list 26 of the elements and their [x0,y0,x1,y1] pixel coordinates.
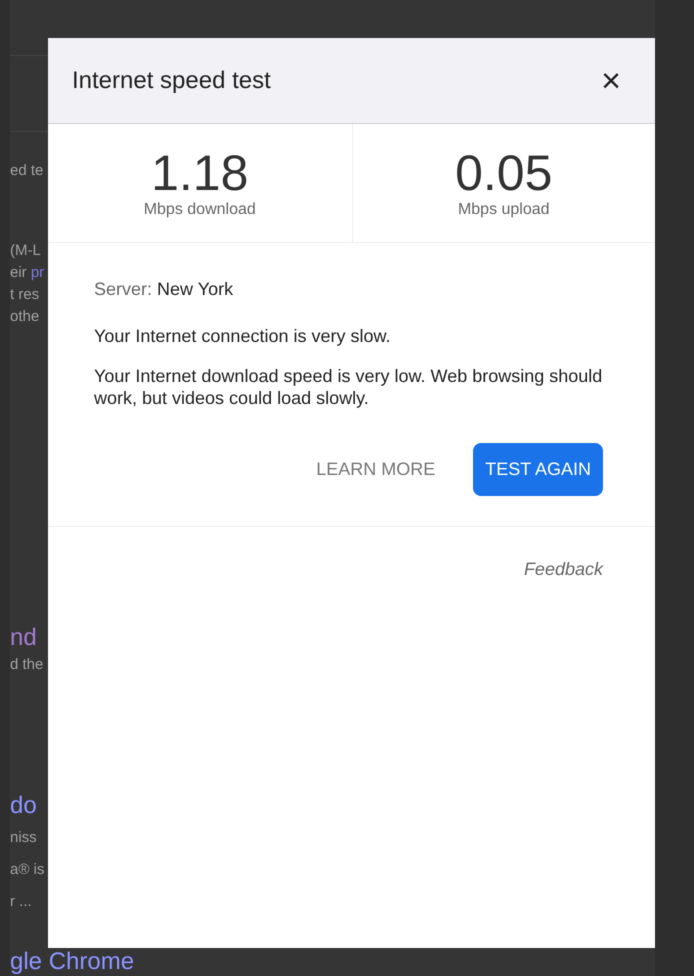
result-title[interactable]: do [10,790,37,822]
result-title[interactable]: gle Chrome [10,948,134,976]
speed-label: Mbps upload [458,200,550,220]
snippet-text: r ... [10,892,32,912]
learn-more-button[interactable]: LEARN MORE [314,449,438,490]
dialog-title: Internet speed test [72,66,271,94]
speed-value: 1.18 [151,146,248,200]
snippet-text: (M-L [10,241,41,261]
snippet-text: othe [10,307,40,327]
snippet-text: niss [10,828,37,848]
snippet-text: eir [10,263,28,283]
close-button[interactable]: × [595,62,627,98]
server-label: Server: [94,279,152,300]
feedback-link[interactable]: Feedback [524,559,603,580]
speed-value: 0.05 [455,146,552,200]
snippet-text: t res [10,285,40,305]
link-text[interactable]: pr [30,262,44,284]
snippet-text: ed te [10,161,44,181]
server-name: New York [157,279,234,300]
summary-text: Your Internet connection is very slow. [94,326,392,347]
speed-label: Mbps download [144,200,256,220]
result-title[interactable]: nd [10,622,37,654]
detail-text: Your Internet download speed is very low. Web browsing should work, but videos could load slowly. [94,365,603,409]
snippet-text: d the [10,655,44,675]
test-again-button[interactable]: TEST AGAIN [473,443,603,496]
snippet-text: a® is [10,860,44,880]
